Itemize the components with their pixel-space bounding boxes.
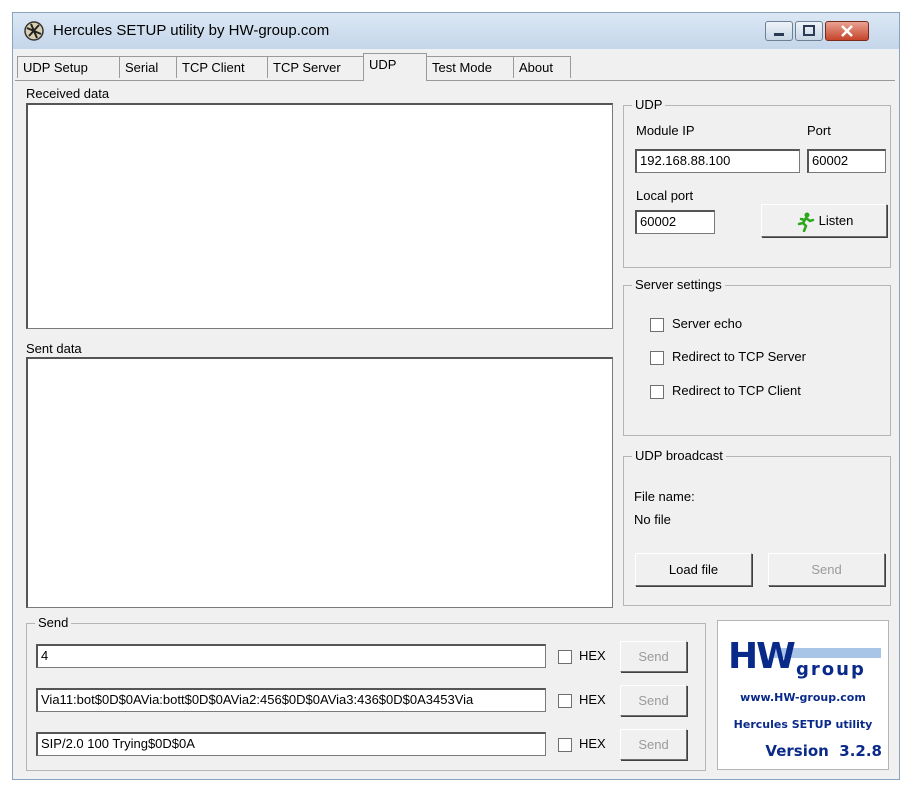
tab-tcp-server[interactable]: TCP Server [267, 56, 364, 78]
server-settings-group: Server settings Server echo Redirect to … [623, 277, 891, 436]
received-data-label: Received data [26, 86, 110, 101]
port-label: Port [807, 123, 831, 138]
server-echo-label: Server echo [672, 316, 743, 331]
window-title: Hercules SETUP utility by HW-group.com [53, 22, 330, 39]
tab-divider [15, 80, 895, 81]
hex-checkbox-2[interactable] [558, 694, 572, 708]
redirect-tcp-client-label: Redirect to TCP Client [672, 383, 801, 398]
tab-test-mode[interactable]: Test Mode [426, 56, 514, 78]
redirect-tcp-server-checkbox[interactable] [650, 351, 664, 365]
tab-serial[interactable]: Serial [119, 56, 177, 78]
hex-checkbox-3[interactable] [558, 738, 572, 752]
running-man-icon [797, 212, 814, 232]
minimize-button[interactable] [765, 21, 793, 41]
tab-about[interactable]: About [513, 56, 571, 78]
tab-udp-setup[interactable]: UDP Setup [17, 56, 120, 78]
udp-group-title: UDP [632, 97, 666, 112]
send-button-2[interactable]: Send [620, 685, 687, 716]
server-echo-checkbox[interactable] [650, 318, 664, 332]
hw-group-logo: HW group www.HW-group.com Hercules SETUP… [717, 620, 889, 770]
broadcast-send-button[interactable]: Send [768, 553, 885, 586]
sent-data-label: Sent data [26, 341, 82, 356]
send-button-3[interactable]: Send [620, 729, 687, 760]
send-input-2[interactable]: Via11:bot$0D$0AVia:bott$0D$0AVia2:456$0D… [36, 688, 546, 712]
hex-checkbox-1[interactable] [558, 650, 572, 664]
logo-product: Hercules SETUP utility [733, 718, 873, 731]
udp-broadcast-title: UDP broadcast [632, 448, 726, 463]
udp-group: UDP Module IP Port 192.168.88.100 60002 … [623, 97, 891, 268]
hex-label-2: HEX [579, 692, 606, 707]
listen-label: Listen [818, 213, 854, 228]
udp-broadcast-group: UDP broadcast File name: No file Load fi… [623, 448, 891, 606]
logo-version: Version 3.2.8 [765, 742, 882, 760]
file-name-label: File name: [634, 489, 695, 504]
received-data-area[interactable] [26, 103, 613, 329]
logo-group: group [796, 659, 866, 680]
maximize-icon [803, 25, 815, 36]
redirect-tcp-client-checkbox[interactable] [650, 385, 664, 399]
send-input-1[interactable]: 4 [36, 644, 546, 668]
port-input[interactable]: 60002 [807, 149, 886, 173]
load-file-button[interactable]: Load file [635, 553, 752, 586]
logo-hw: HW [728, 636, 796, 677]
hex-label-3: HEX [579, 736, 606, 751]
sent-data-area[interactable] [26, 357, 613, 608]
local-port-input[interactable]: 60002 [635, 210, 715, 234]
hercules-window: Hercules SETUP utility by HW-group.com U… [12, 12, 900, 780]
close-icon [841, 25, 853, 37]
hercules-app-icon [24, 21, 44, 41]
module-ip-input[interactable]: 192.168.88.100 [635, 149, 800, 173]
send-input-3[interactable]: SIP/2.0 100 Trying$0D$0A [36, 732, 546, 756]
module-ip-label: Module IP [636, 123, 695, 138]
send-group-title: Send [35, 615, 72, 630]
minimize-icon [774, 33, 784, 36]
redirect-tcp-server-label: Redirect to TCP Server [672, 349, 806, 364]
file-name-value: No file [634, 512, 671, 527]
send-group: Send 4 HEX Send Via11:bot$0D$0AVia:bott$… [26, 615, 706, 771]
title-bar: Hercules SETUP utility by HW-group.com [13, 13, 899, 49]
tab-udp[interactable]: UDP [363, 53, 427, 81]
tab-tcp-client[interactable]: TCP Client [176, 56, 268, 78]
send-button-1[interactable]: Send [620, 641, 687, 672]
local-port-label: Local port [636, 188, 694, 203]
maximize-button[interactable] [795, 21, 823, 41]
server-settings-title: Server settings [632, 277, 725, 292]
close-button[interactable] [825, 21, 869, 41]
hex-label-1: HEX [579, 648, 606, 663]
listen-button[interactable]: Listen [761, 204, 887, 237]
logo-url: www.HW-group.com [740, 691, 866, 704]
